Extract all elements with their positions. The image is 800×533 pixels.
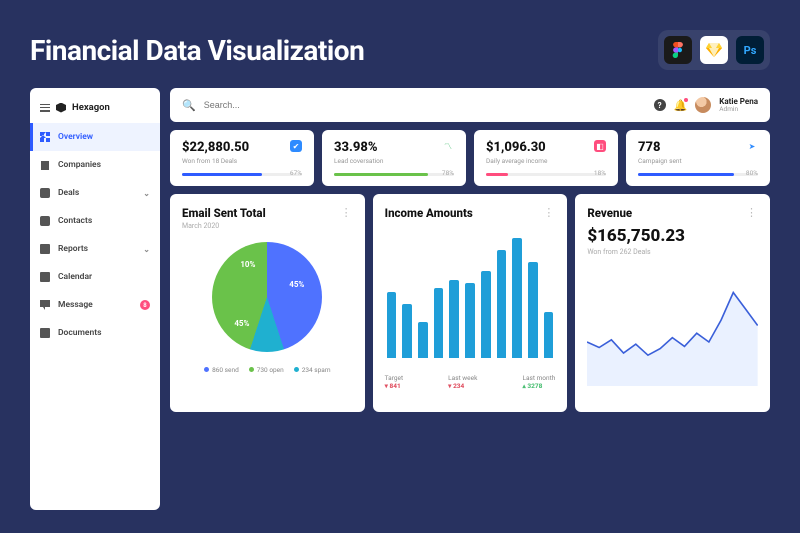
briefcase-icon <box>40 188 50 198</box>
sidebar-item-label: Documents <box>58 328 101 338</box>
trend-up-icon: 〽 <box>442 140 454 152</box>
chevron-down-icon: ⌄ <box>143 189 150 198</box>
kpi-subtitle: Campaign sent <box>638 157 758 165</box>
user-icon <box>40 216 50 226</box>
sidebar-item-documents[interactable]: Documents <box>30 319 160 347</box>
more-icon[interactable]: ⋮ <box>543 206 555 219</box>
kpi-card-campaign-sent: ➤ 778 Campaign sent 80% <box>626 130 770 186</box>
topbar: 🔍 ? 🔔 Katie Pena Admin <box>170 88 770 122</box>
revenue-value: $165,750.23 <box>587 226 758 246</box>
search-icon: 🔍 <box>182 99 196 112</box>
sidebar-item-calendar[interactable]: Calendar <box>30 263 160 291</box>
kpi-value: $22,880.50 <box>182 140 302 155</box>
kpi-card-deals-won: ✔ $22,880.50 Won from 18 Deals 67% <box>170 130 314 186</box>
kpi-subtitle: Daily average income <box>486 157 606 165</box>
avatar[interactable] <box>695 97 711 113</box>
kpi-percent: 80% <box>746 169 758 177</box>
kpi-percent: 67% <box>290 169 302 177</box>
pie-label: 45% <box>234 319 249 328</box>
sidebar-item-overview[interactable]: Overview <box>30 123 160 151</box>
more-icon[interactable]: ⋮ <box>341 206 353 219</box>
kpi-percent: 78% <box>442 169 454 177</box>
legend-item: 234 spam <box>294 366 331 374</box>
help-icon[interactable]: ? <box>654 99 666 111</box>
legend-item: 860 send <box>204 366 239 374</box>
search-input[interactable] <box>204 100 646 110</box>
pie-label: 10% <box>240 260 255 269</box>
kpi-subtitle: Won from 18 Deals <box>182 157 302 165</box>
email-sent-card: ⋮ Email Sent Total March 2020 45% 10% 45… <box>170 194 365 412</box>
kpi-progress <box>182 173 302 176</box>
pie-legend: 860 send 730 open 234 spam <box>182 366 353 374</box>
income-amounts-card: ⋮ Income Amounts Target ▾ 841 Last week … <box>373 194 568 412</box>
revenue-subtitle: Won from 262 Deals <box>587 248 758 256</box>
kpi-value: $1,096.30 <box>486 140 606 155</box>
sidebar-item-companies[interactable]: Companies <box>30 151 160 179</box>
kpi-value: 778 <box>638 140 758 155</box>
photoshop-icon: Ps <box>736 36 764 64</box>
figma-icon <box>664 36 692 64</box>
sidebar-item-label: Contacts <box>58 216 92 226</box>
legend-item: Target ▾ 841 <box>385 374 403 390</box>
user-role: Admin <box>719 106 758 113</box>
sidebar-item-message[interactable]: Message 8 <box>30 291 160 319</box>
card-subtitle: March 2020 <box>182 222 353 230</box>
check-icon: ✔ <box>290 140 302 152</box>
menu-icon[interactable] <box>40 104 50 112</box>
sidebar-item-deals[interactable]: Deals ⌄ <box>30 179 160 207</box>
kpi-percent: 18% <box>594 169 606 177</box>
pie-label: 45% <box>289 280 304 289</box>
sidebar-item-contacts[interactable]: Contacts <box>30 207 160 235</box>
kpi-progress <box>334 173 454 176</box>
sidebar: Hexagon Overview Companies Deals ⌄ <box>30 88 160 510</box>
card-title: Revenue <box>587 206 758 220</box>
clipboard-icon <box>40 244 50 254</box>
message-icon <box>40 300 50 310</box>
grid-icon <box>40 132 50 142</box>
revenue-card: ⋮ Revenue $165,750.23 Won from 262 Deals <box>575 194 770 412</box>
sketch-icon <box>700 36 728 64</box>
split-icon: ◧ <box>594 140 606 152</box>
kpi-subtitle: Lead coversation <box>334 157 454 165</box>
sidebar-item-reports[interactable]: Reports ⌄ <box>30 235 160 263</box>
legend-item: Last week ▾ 234 <box>448 374 477 390</box>
card-title: Income Amounts <box>385 206 556 220</box>
sidebar-item-label: Deals <box>58 188 79 198</box>
sidebar-item-label: Overview <box>58 132 93 142</box>
bar-legend: Target ▾ 841 Last week ▾ 234 Last month … <box>385 374 556 390</box>
pie-chart: 45% 10% 45% <box>212 242 322 352</box>
page-title: Financial Data Visualization <box>30 34 364 67</box>
document-icon <box>40 328 50 338</box>
chevron-down-icon: ⌄ <box>143 245 150 254</box>
message-badge: 8 <box>140 300 150 310</box>
card-title: Email Sent Total <box>182 206 353 220</box>
kpi-progress <box>638 173 758 176</box>
app-icon-tray: Ps <box>658 30 770 70</box>
kpi-row: ✔ $22,880.50 Won from 18 Deals 67% 〽 33.… <box>170 130 770 186</box>
sparkline-chart <box>587 276 758 386</box>
sidebar-item-label: Reports <box>58 244 88 254</box>
kpi-progress <box>486 173 606 176</box>
legend-item: Last month ▴ 3278 <box>522 374 555 390</box>
sidebar-item-label: Message <box>58 300 93 310</box>
kpi-card-lead-conversation: 〽 33.98% Lead coversation 78% <box>322 130 466 186</box>
sidebar-item-label: Companies <box>58 160 101 170</box>
more-icon[interactable]: ⋮ <box>746 206 758 219</box>
send-icon: ➤ <box>746 140 758 152</box>
building-icon <box>40 160 50 170</box>
kpi-card-daily-income: ◧ $1,096.30 Daily average income 18% <box>474 130 618 186</box>
legend-item: 730 open <box>249 366 284 374</box>
notifications-icon[interactable]: 🔔 <box>674 99 688 112</box>
kpi-value: 33.98% <box>334 140 454 155</box>
calendar-icon <box>40 272 50 282</box>
brand-logo-icon <box>56 103 66 113</box>
bar-chart <box>385 238 556 358</box>
sidebar-item-label: Calendar <box>58 272 92 282</box>
brand-name: Hexagon <box>72 102 110 113</box>
